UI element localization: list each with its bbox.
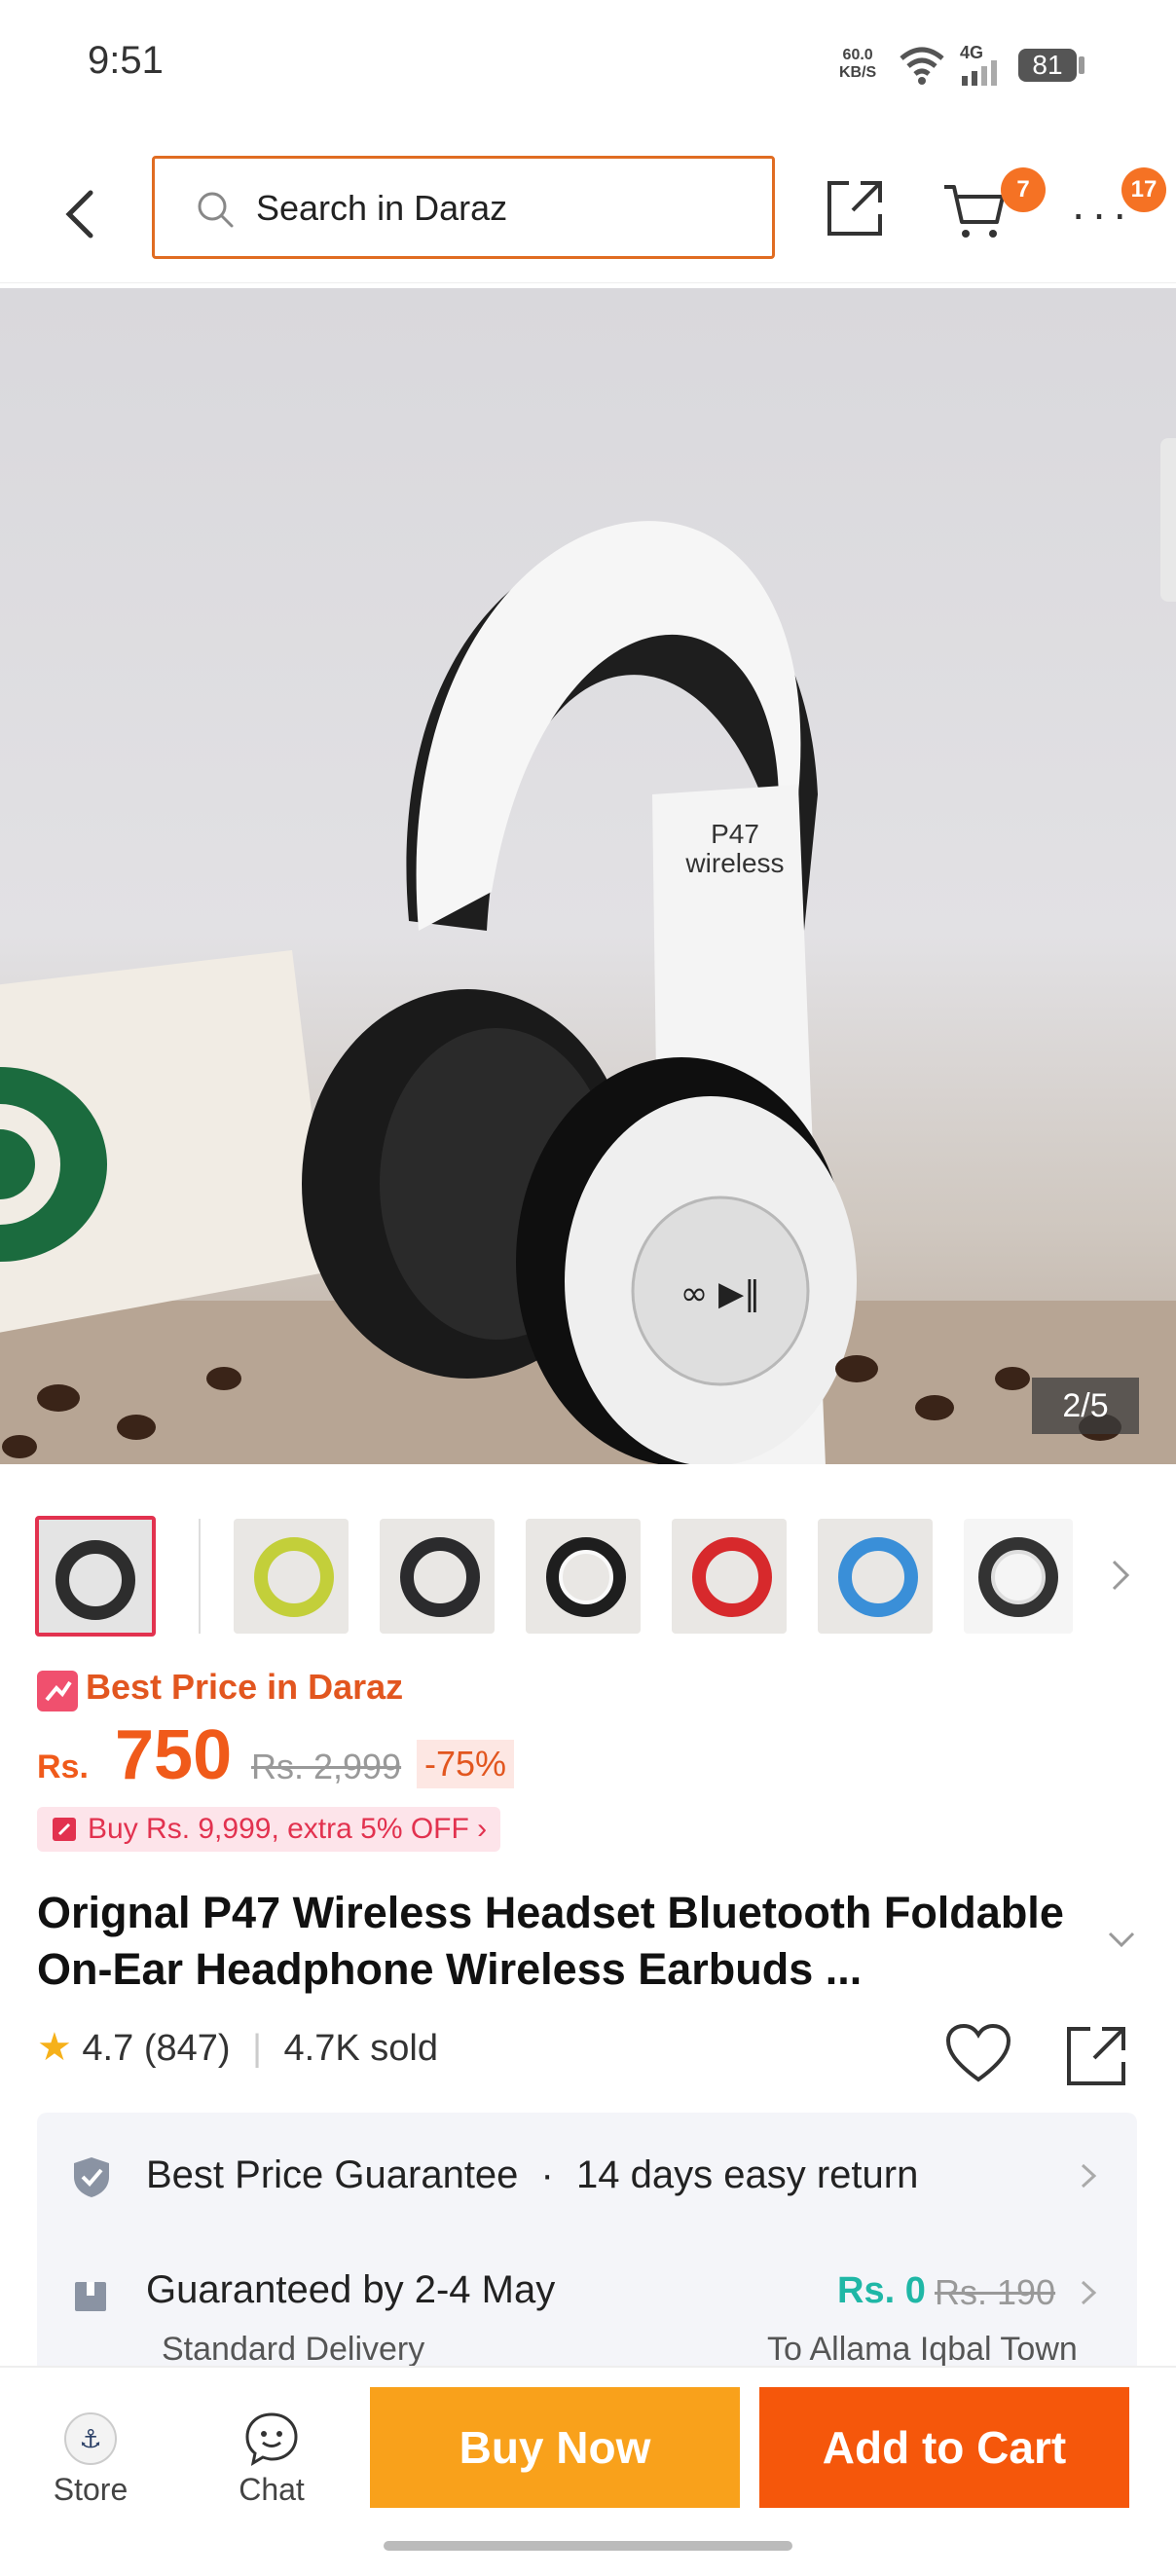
thumbnail-divider [199,1519,201,1634]
image-counter: 2/5 [1032,1378,1139,1434]
home-indicator[interactable] [384,2541,792,2551]
expand-title-icon[interactable] [1106,1928,1137,1951]
thumbnail-dark[interactable] [380,1519,495,1634]
battery-icon: 81 [1018,49,1077,82]
best-price-label: Best Price in Daraz [86,1667,404,1707]
svg-text:⚓: ⚓ [79,2425,101,2454]
buy-now-button[interactable]: Buy Now [370,2387,740,2508]
back-arrow-icon[interactable] [54,185,112,243]
cart-count-badge: 7 [1001,167,1046,212]
product-title: Orignal P47 Wireless Headset Bluetooth F… [37,1888,1064,1994]
promo-text: Buy Rs. 9,999, extra 5% OFF [88,1813,469,1845]
add-to-cart-button[interactable]: Add to Cart [759,2387,1129,2508]
chat-icon [245,2412,298,2467]
coffee-cup-illustration [0,950,331,1333]
wifi-icon [900,47,944,85]
voucher-icon [53,1818,76,1841]
delivery-box-icon [75,2282,106,2311]
signal-icon [962,60,997,86]
thumbnail-black[interactable] [35,1516,156,1637]
best-price-icon [37,1671,78,1711]
shield-icon [74,2157,109,2197]
dot-separator: · [540,2153,554,2196]
svg-text:∞ ▶‖: ∞ ▶‖ [680,1274,760,1313]
product-image-carousel[interactable]: ∞ ▶‖ P47 wireless [0,288,1176,1464]
status-bar: 9:51 60.0 KB/S 4G 81 [0,0,1176,136]
delivery-type: Standard Delivery [162,2331,425,2368]
guarantee-row[interactable]: Best Price Guarantee · 14 days easy retu… [146,2153,918,2197]
search-bar[interactable]: Search in Daraz [152,156,775,259]
product-hero-image: ∞ ▶‖ P47 wireless [0,521,1176,1464]
delivery-old-fee: Rs. 190 [935,2272,1056,2312]
rating-row: ★ 4.7 (847) | 4.7K sold [37,2025,438,2070]
sold-count: 4.7K sold [283,2028,438,2069]
chat-button[interactable]: Chat [218,2410,325,2508]
product-share-icon[interactable] [1063,2023,1129,2089]
thumbnail-lime[interactable] [234,1519,349,1634]
network-speed: 60.0 KB/S [839,47,876,82]
cart-icon[interactable] [940,179,1009,241]
battery-tip [1079,56,1084,74]
search-placeholder: Search in Daraz [256,188,508,228]
network-speed-unit: KB/S [839,64,877,81]
discount-badge: -75% [417,1740,515,1788]
thumbnail-blue[interactable] [818,1519,933,1634]
thumbnail-white-black[interactable] [526,1519,641,1634]
price-currency: Rs. [37,1748,89,1785]
wishlist-heart-icon[interactable] [944,2023,1012,2085]
current-price: 750 [115,1716,233,1794]
promo-voucher[interactable]: Buy Rs. 9,999, extra 5% OFF › [37,1807,501,1852]
chevron-right-icon[interactable] [1108,1558,1133,1593]
notification-count-badge: 17 [1121,167,1166,212]
star-icon: ★ [37,2026,72,2069]
delivery-chevron-icon[interactable] [1079,2278,1098,2307]
delivery-location[interactable]: To Allama Iqbal Town [767,2331,1078,2369]
thumbnail-red[interactable] [672,1519,787,1634]
original-price: Rs. 2,999 [251,1747,402,1786]
promo-chevron-icon: › [477,1813,488,1845]
store-button[interactable]: ⚓ Store [37,2410,144,2508]
rating-value: 4.7 [82,2028,134,2069]
status-time: 9:51 [88,39,164,82]
best-price-guarantee: Best Price Guarantee [146,2153,519,2196]
thumbnail-white[interactable] [964,1519,1073,1634]
search-icon [198,192,234,228]
easy-return: 14 days easy return [576,2153,919,2196]
side-handle[interactable] [1160,438,1176,602]
svg-text:wireless: wireless [684,848,784,878]
chat-label: Chat [239,2472,305,2507]
delivery-fee: Rs. 0 [837,2270,926,2311]
store-label: Store [53,2472,129,2507]
svg-text:P47: P47 [711,819,759,849]
guarantee-chevron-icon [1081,2163,1097,2189]
network-speed-value: 60.0 [842,47,873,63]
review-count[interactable]: (847) [144,2028,231,2069]
share-icon[interactable] [824,177,886,239]
delivery-title: Guaranteed by 2-4 May [146,2268,556,2311]
rating-divider: | [252,2028,262,2069]
store-logo-icon: ⚓ [64,2412,117,2465]
